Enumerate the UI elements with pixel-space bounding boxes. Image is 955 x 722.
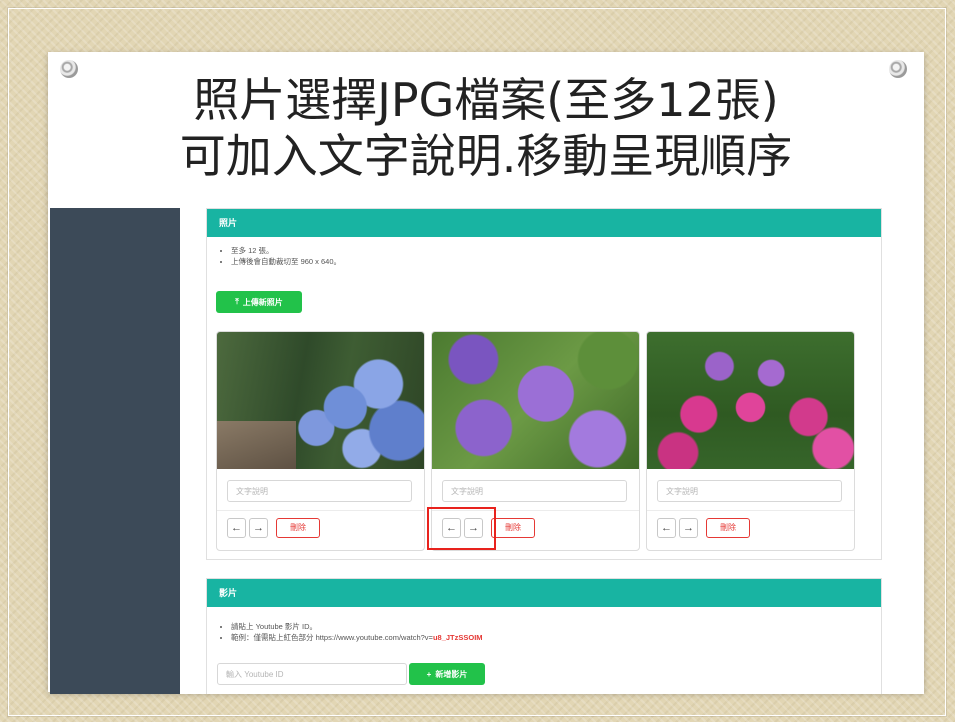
youtube-id-input[interactable]: 輸入 Youtube ID: [217, 663, 407, 685]
photos-note: 至多 12 張。: [231, 245, 881, 256]
video-note: 範例：僅需貼上紅色部分 https://www.youtube.com/watc…: [231, 632, 881, 643]
video-card-header: 影片: [207, 579, 881, 607]
divider: [217, 510, 424, 511]
title-line-2: 可加入文字說明.移動呈現順序: [179, 129, 793, 183]
video-notes: 請貼上 Youtube 影片 ID。 範例：僅需貼上紅色部分 https://w…: [207, 607, 881, 643]
video-note: 請貼上 Youtube 影片 ID。: [231, 621, 881, 632]
move-left-button[interactable]: ←: [227, 518, 246, 538]
photo-thumbnail: [647, 332, 854, 469]
photos-notes: 至多 12 張。 上傳後會自動裁切至 960 x 640。: [207, 237, 881, 267]
photos-card-header: 照片: [207, 209, 881, 237]
photos-card: 照片 至多 12 張。 上傳後會自動裁切至 960 x 640。 ⤒ 上傳新照片…: [206, 208, 882, 560]
add-video-label: 新增影片: [435, 669, 468, 679]
photo-thumbnail: [217, 332, 424, 469]
move-left-button[interactable]: ←: [657, 518, 676, 538]
delete-button[interactable]: 刪除: [276, 518, 320, 538]
delete-button[interactable]: 刪除: [491, 518, 535, 538]
caption-input[interactable]: 文字說明: [657, 480, 842, 502]
delete-button[interactable]: 刪除: [706, 518, 750, 538]
upload-button-label: 上傳新照片: [242, 297, 283, 307]
slide-title: 照片選擇JPG檔案(至多12張) 可加入文字說明.移動呈現順序: [48, 72, 924, 184]
photo-controls: ← → 刪除: [657, 518, 750, 538]
move-right-button[interactable]: →: [679, 518, 698, 538]
video-card: 影片 請貼上 Youtube 影片 ID。 範例：僅需貼上紅色部分 https:…: [206, 578, 882, 694]
video-example-text: 範例：僅需貼上紅色部分 https://www.youtube.com/watc…: [231, 633, 433, 642]
upload-photo-button[interactable]: ⤒ 上傳新照片: [216, 291, 302, 313]
photo-controls: ← → 刪除: [227, 518, 320, 538]
photo-card: 文字說明 ← → 刪除: [216, 331, 425, 551]
caption-input[interactable]: 文字說明: [227, 480, 412, 502]
highlight-box: [427, 507, 496, 550]
move-right-button[interactable]: →: [249, 518, 268, 538]
photo-card: 文字說明 ← → 刪除: [646, 331, 855, 551]
photo-thumbnail: [432, 332, 639, 469]
plus-icon: +: [426, 669, 432, 679]
divider: [647, 510, 854, 511]
video-example-id: u8_JTzSSOIM: [432, 633, 483, 642]
add-video-button[interactable]: + 新增影片: [409, 663, 485, 685]
upload-icon: ⤒: [235, 297, 239, 306]
caption-input[interactable]: 文字說明: [442, 480, 627, 502]
photos-note: 上傳後會自動裁切至 960 x 640。: [231, 256, 881, 267]
admin-content: 照片 至多 12 張。 上傳後會自動裁切至 960 x 640。 ⤒ 上傳新照片…: [180, 208, 924, 694]
admin-sidebar: [50, 208, 180, 694]
title-line-1: 照片選擇JPG檔案(至多12張): [193, 73, 779, 127]
